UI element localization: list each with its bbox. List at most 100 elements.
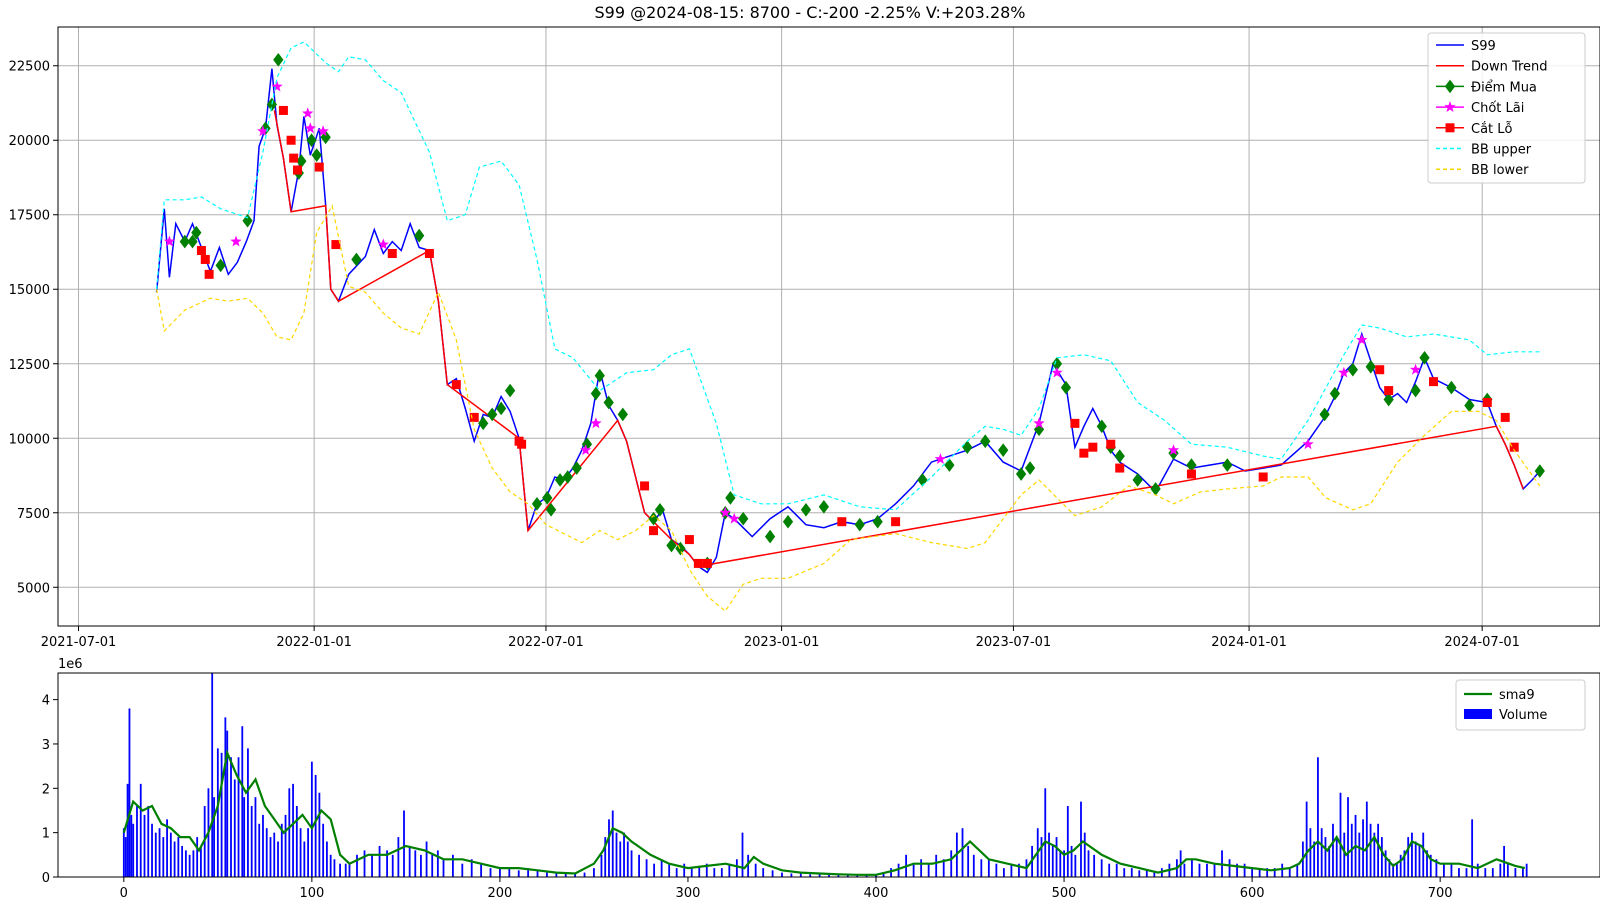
volume-bar bbox=[151, 823, 153, 877]
marker-diem-mua bbox=[531, 496, 543, 511]
marker-diem-mua bbox=[1410, 383, 1421, 398]
volume-bar bbox=[1305, 801, 1308, 877]
x-tick-label: 400 bbox=[864, 886, 889, 900]
volume-bar bbox=[1083, 832, 1086, 877]
volume-bar bbox=[1422, 832, 1425, 877]
volume-bar bbox=[318, 792, 321, 877]
y-tick-label: 2 bbox=[42, 782, 50, 797]
marker-diem-mua bbox=[800, 502, 812, 517]
volume-bar bbox=[593, 868, 595, 877]
volume-bar bbox=[611, 810, 614, 877]
volume-bar bbox=[339, 863, 341, 877]
volume-bar bbox=[480, 863, 483, 877]
marker-diem-mua bbox=[1096, 419, 1107, 434]
volume-bar bbox=[344, 863, 347, 877]
volume-bar bbox=[1145, 870, 1148, 877]
volume-bar bbox=[224, 717, 227, 877]
volume-bar bbox=[1093, 854, 1096, 877]
x-tick-label: 2022-07-01 bbox=[508, 635, 584, 650]
marker-diem-mua bbox=[311, 148, 322, 162]
volume-bar bbox=[1328, 845, 1331, 877]
marker-diem-mua bbox=[617, 407, 628, 422]
marker-cat-lo bbox=[200, 254, 210, 264]
volume-bar bbox=[799, 873, 802, 877]
marker-cat-lo bbox=[451, 380, 461, 390]
marker-cat-lo bbox=[640, 481, 650, 491]
volume-bar bbox=[132, 823, 135, 877]
marker-chot-lai bbox=[230, 235, 242, 247]
main-axes: 2021-07-01 2022-01-01 2022-07-01 2023-01-01… bbox=[9, 60, 1520, 650]
volume-bar bbox=[950, 850, 953, 877]
marker-cat-lo bbox=[1088, 442, 1098, 452]
series-line-bb-lower bbox=[156, 204, 1541, 612]
marker-cat-lo bbox=[1115, 463, 1125, 473]
volume-bar bbox=[333, 859, 336, 877]
marker-cat-lo bbox=[1186, 469, 1196, 479]
volume-bar bbox=[1396, 863, 1398, 877]
marker-cat-lo bbox=[196, 246, 206, 256]
volume-bar bbox=[630, 850, 633, 877]
volume-bar bbox=[735, 859, 738, 877]
marker-diem-mua bbox=[562, 470, 573, 484]
marker-diem-mua bbox=[854, 517, 865, 532]
volume-bar bbox=[890, 868, 892, 877]
marker-diem-mua bbox=[872, 514, 883, 529]
x-tick-label: 600 bbox=[1240, 886, 1265, 900]
volume-bar bbox=[243, 797, 246, 877]
marker-diem-mua bbox=[1060, 380, 1072, 395]
main-legend: S99 Down Trend Điểm Mua Chốt Lãi Cắt Lỗ BB up… bbox=[1427, 32, 1586, 184]
marker-cat-lo bbox=[314, 162, 324, 172]
marker-cat-lo bbox=[289, 153, 299, 163]
marker-cat-lo bbox=[1258, 472, 1268, 482]
legend-label: Volume bbox=[1499, 708, 1547, 723]
volume-bar bbox=[1414, 841, 1417, 877]
volume-bar bbox=[1288, 868, 1291, 877]
marker-diem-mua bbox=[1347, 362, 1358, 377]
volume-bar bbox=[126, 783, 129, 877]
volume-bar bbox=[452, 854, 454, 877]
volume-bar bbox=[583, 872, 586, 877]
volume-bar bbox=[196, 837, 199, 877]
marker-diem-mua bbox=[944, 458, 955, 472]
volume-bar bbox=[269, 837, 272, 877]
volume-bar bbox=[200, 845, 202, 877]
volume-bar bbox=[162, 837, 165, 877]
volume-bar bbox=[322, 823, 325, 877]
volume-bar bbox=[927, 863, 930, 877]
marker-cat-lo bbox=[1375, 365, 1385, 375]
marker-diem-mua bbox=[818, 499, 830, 514]
marker-chot-lai bbox=[1356, 333, 1368, 345]
volume-bar bbox=[1309, 828, 1312, 877]
volume-bar bbox=[626, 841, 629, 877]
marker-diem-mua bbox=[998, 443, 1009, 458]
volume-series-layer bbox=[122, 673, 1528, 877]
y-tick-label: 0 bbox=[42, 871, 50, 886]
volume-bar bbox=[741, 832, 744, 877]
volume-bar bbox=[1471, 819, 1474, 877]
volume-bar bbox=[181, 845, 184, 877]
marker-diem-mua bbox=[571, 461, 582, 475]
volume-bar bbox=[211, 673, 214, 877]
volume-bar bbox=[489, 868, 492, 877]
marker-cat-lo bbox=[292, 165, 302, 175]
volume-bar bbox=[1347, 797, 1349, 877]
volume-bar bbox=[1369, 823, 1372, 877]
volume-bar bbox=[1324, 837, 1327, 877]
volume-bar bbox=[273, 832, 276, 877]
volume-bar bbox=[1399, 854, 1402, 877]
x-tick-label: 2022-01-01 bbox=[276, 635, 352, 650]
volume-bar bbox=[216, 748, 219, 877]
legend-label: BB lower bbox=[1471, 163, 1529, 178]
volume-bar bbox=[184, 850, 187, 877]
volume-bar bbox=[1522, 868, 1524, 877]
x-tick-label: 0 bbox=[120, 886, 128, 900]
marker-diem-mua bbox=[782, 514, 794, 529]
volume-bar bbox=[391, 854, 394, 877]
volume-bar bbox=[299, 828, 302, 877]
volume-bar bbox=[277, 841, 279, 877]
volume-bar bbox=[265, 828, 268, 877]
volume-bar bbox=[713, 868, 716, 877]
volume-bar bbox=[1040, 837, 1043, 877]
volume-axes: 0 100 200 300 400 500 600 700 0 1 2 3 4 bbox=[42, 694, 1453, 901]
volume-bar bbox=[408, 845, 411, 877]
